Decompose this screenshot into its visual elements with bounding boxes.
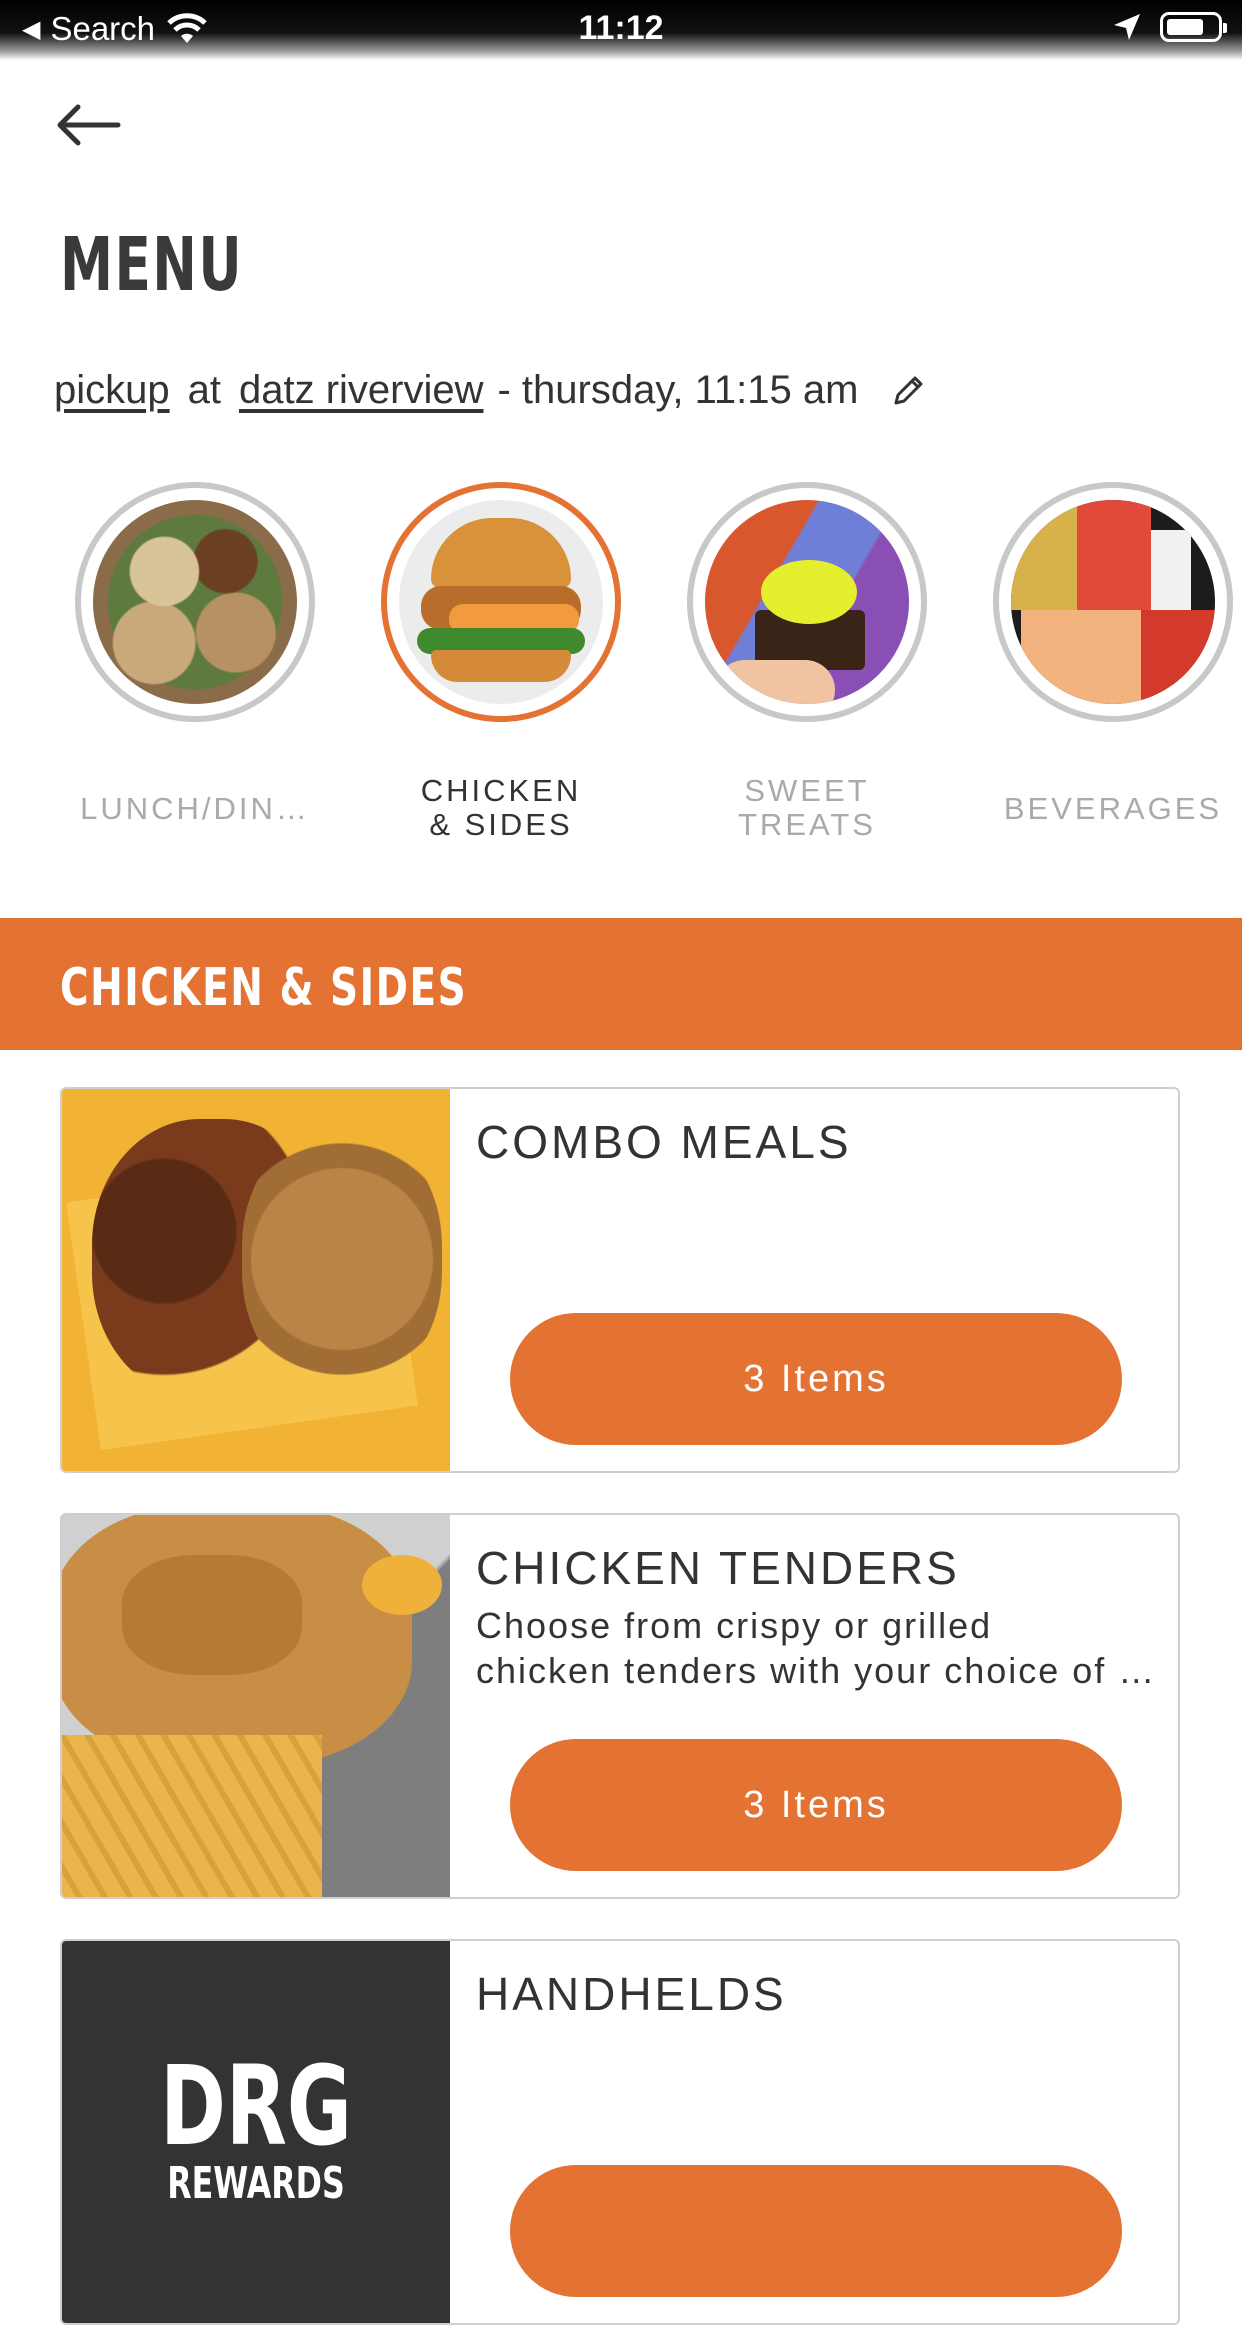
category-image-ring xyxy=(993,482,1233,722)
back-arrow-icon[interactable] xyxy=(54,100,124,150)
drg-rewards-logo: DRG REWARDS xyxy=(62,1941,450,2323)
location-arrow-icon xyxy=(1114,14,1140,40)
battery-icon xyxy=(1160,12,1227,42)
order-location-link[interactable]: datz riverview xyxy=(239,368,484,413)
category-label: BEVERAGES xyxy=(1003,791,1223,826)
view-items-button[interactable] xyxy=(510,2165,1122,2297)
order-time-label: - thursday, 11:15 am xyxy=(497,368,859,412)
item-name: HANDHELDS xyxy=(476,1968,787,2020)
status-bar: ◀ Search 11:12 xyxy=(0,0,1242,60)
category-image-ring xyxy=(687,482,927,722)
order-mode-link[interactable]: pickup xyxy=(54,368,170,413)
category-label: CHICKEN & SIDES xyxy=(420,773,582,842)
chicken-sandwich-photo xyxy=(399,500,603,704)
sandwiches-photo xyxy=(93,500,297,704)
item-name: CHICKEN TENDERS xyxy=(476,1542,960,1594)
category-image-ring-selected xyxy=(381,482,621,722)
category-image-ring xyxy=(75,482,315,722)
category-label: SWEET TREATS xyxy=(738,773,876,842)
menu-card-combo-meals[interactable]: COMBO MEALS 3 Items xyxy=(60,1087,1180,1473)
item-description: Choose from crispy or grilled chicken te… xyxy=(476,1605,1156,1691)
drinks-photo xyxy=(1011,500,1215,704)
section-title: CHICKEN & SIDES xyxy=(60,958,468,1018)
combo-meals-photo xyxy=(62,1089,450,1471)
category-chicken-sides[interactable]: CHICKEN & SIDES xyxy=(381,482,621,842)
order-summary: pickup at datz riverview - thursday, 11:… xyxy=(54,368,928,413)
view-items-button[interactable]: 3 Items xyxy=(510,1739,1122,1871)
chicken-tenders-photo xyxy=(62,1515,450,1897)
item-name: COMBO MEALS xyxy=(476,1116,852,1168)
category-beverages[interactable]: BEVERAGES xyxy=(993,482,1233,826)
brownie-photo xyxy=(705,500,909,704)
order-at-label: at xyxy=(187,368,221,412)
section-header: CHICKEN & SIDES xyxy=(0,918,1242,1050)
category-sweet-treats[interactable]: SWEET TREATS xyxy=(687,482,927,842)
category-lunch-dinner[interactable]: LUNCH/DIN… xyxy=(75,482,315,826)
pencil-edit-icon[interactable] xyxy=(888,371,928,411)
view-items-button[interactable]: 3 Items xyxy=(510,1313,1122,1445)
menu-card-chicken-tenders[interactable]: CHICKEN TENDERS Choose from crispy or gr… xyxy=(60,1513,1180,1899)
category-label: LUNCH/DIN… xyxy=(80,791,310,826)
page-title: MENU xyxy=(60,222,244,308)
menu-card-handhelds[interactable]: DRG REWARDS HANDHELDS xyxy=(60,1939,1180,2325)
clock: 11:12 xyxy=(578,9,664,47)
